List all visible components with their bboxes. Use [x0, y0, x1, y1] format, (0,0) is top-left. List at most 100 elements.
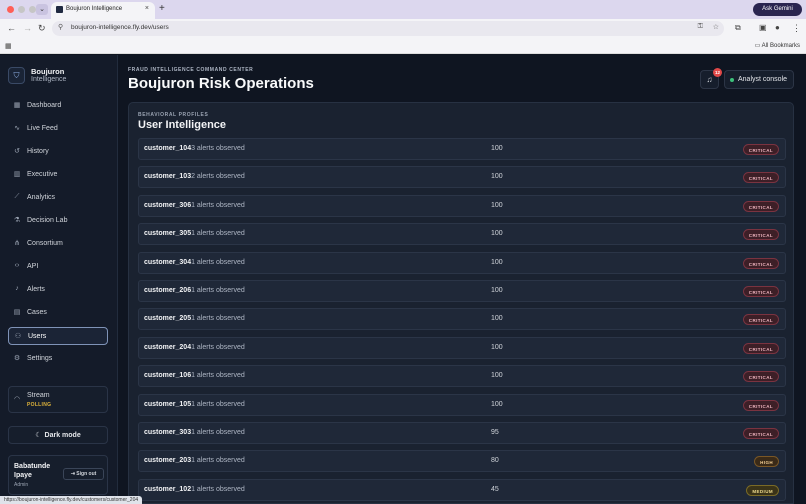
- sidebar-item-api[interactable]: ‹› API: [8, 258, 108, 276]
- table-row[interactable]: customer_2061 alerts observed 100 CRITICAL: [138, 280, 786, 302]
- sidebar-item-settings[interactable]: ⚙ Settings: [8, 350, 108, 368]
- panel-title: User Intelligence: [138, 119, 227, 131]
- sidebar-item-label: Analytics: [27, 194, 56, 201]
- sidebar-item-consortium[interactable]: ⋔ Consortium: [8, 235, 108, 253]
- sidebar-item-cases[interactable]: ▤ Cases: [8, 304, 108, 322]
- window-minimize-button[interactable]: [18, 6, 25, 13]
- table-row[interactable]: customer_1061 alerts observed 100 CRITICAL: [138, 365, 786, 388]
- customer-id-link[interactable]: customer_204: [144, 344, 191, 351]
- sidebar-item-label: Dashboard: [27, 102, 62, 109]
- history-icon: ↺: [14, 148, 20, 155]
- sidebar: ⛉ Boujuron Intelligence ▦ Dashboard ∿ Live …: [0, 55, 118, 504]
- dark-mode-toggle[interactable]: ☾ Dark mode: [8, 426, 108, 444]
- all-bookmarks-label: All Bookmarks: [761, 43, 800, 49]
- risk-level-badge: HIGH: [754, 456, 779, 468]
- tab-close-icon[interactable]: ×: [145, 5, 149, 12]
- customer-id-link[interactable]: customer_103: [144, 173, 191, 180]
- shield-logo-icon: ⛉: [8, 67, 25, 84]
- bookmark-star-icon[interactable]: ☆: [713, 23, 719, 31]
- reload-icon[interactable]: ↻: [38, 23, 46, 34]
- customer-cell: customer_1051 alerts observed: [144, 401, 245, 408]
- table-row[interactable]: customer_1051 alerts observed 100 CRITICAL: [138, 393, 786, 416]
- customer-id-link[interactable]: customer_102: [144, 486, 191, 493]
- sidebar-item-analytics[interactable]: ⟋ Analytics: [8, 189, 108, 207]
- window-close-button[interactable]: [7, 6, 14, 13]
- table-row[interactable]: customer_3051 alerts observed 100 CRITICAL: [138, 223, 786, 246]
- risk-score: 80: [491, 457, 499, 465]
- password-key-icon[interactable]: ⚿: [698, 23, 703, 31]
- sidebar-item-label: Consortium: [27, 240, 63, 247]
- new-tab-plus-icon[interactable]: +: [159, 3, 165, 14]
- table-row[interactable]: customer_3031 alerts observed 95 CRITICAL: [138, 422, 786, 444]
- cast-icon[interactable]: ▣: [759, 23, 767, 32]
- table-row[interactable]: customer_2051 alerts observed 100 CRITICAL: [138, 308, 786, 331]
- risk-level-badge: MEDIUM: [746, 484, 779, 496]
- customer-id-link[interactable]: customer_205: [144, 315, 191, 322]
- user-role: Admin: [14, 482, 29, 488]
- browser-tab-strip: ⌄ Boujuron Intelligence × + Ask Gemini: [0, 0, 806, 19]
- browser-tab-active[interactable]: Boujuron Intelligence ×: [51, 2, 155, 19]
- table-row[interactable]: customer_3061 alerts observed 100 CRITICAL: [138, 194, 786, 217]
- table-row[interactable]: customer_1043 alerts observed 100 CRITICAL: [138, 138, 786, 160]
- back-arrow-icon[interactable]: ←: [7, 23, 16, 33]
- sign-out-button[interactable]: ⇥ Sign out: [63, 468, 104, 480]
- alert-count: 2 alerts observed: [191, 173, 245, 181]
- customer-cell: customer_1061 alerts observed: [144, 372, 245, 379]
- risk-level-badge: CRITICAL: [742, 314, 779, 326]
- user-intelligence-panel: BEHAVIORAL PROFILES User Intelligence cu…: [128, 102, 794, 504]
- apps-grid-icon[interactable]: ▦: [5, 42, 12, 50]
- table-row[interactable]: customer_1032 alerts observed 100 CRITICAL: [138, 166, 786, 189]
- sidebar-item-dashboard[interactable]: ▦ Dashboard: [8, 97, 108, 115]
- table-row[interactable]: customer_2041 alerts observed 100 CRITICAL: [138, 336, 786, 359]
- customer-cell: customer_2041 alerts observed: [144, 344, 245, 351]
- risk-score: 100: [491, 145, 503, 152]
- sidebar-item-history[interactable]: ↺ History: [8, 143, 108, 161]
- risk-level-badge: CRITICAL: [742, 371, 779, 383]
- sidebar-item-live-feed[interactable]: ∿ Live Feed: [8, 120, 108, 138]
- customer-id-link[interactable]: customer_203: [144, 457, 191, 464]
- bell-icon: ♪: [15, 285, 19, 292]
- extensions-puzzle-icon[interactable]: ⧉: [735, 23, 741, 33]
- site-info-icon[interactable]: ⚲: [58, 23, 63, 31]
- customer-id-link[interactable]: customer_303: [144, 429, 191, 436]
- flask-icon: ⚗: [13, 217, 21, 224]
- alert-count: 1 alerts observed: [191, 485, 245, 493]
- browser-menu-icon[interactable]: ⋮: [792, 23, 801, 34]
- customer-id-link[interactable]: customer_305: [144, 230, 191, 237]
- forward-arrow-icon[interactable]: →: [23, 23, 32, 33]
- all-bookmarks-button[interactable]: ▭ All Bookmarks: [755, 42, 800, 49]
- gear-icon: ⚙: [13, 355, 21, 362]
- table-row[interactable]: customer_1021 alerts observed 45 MEDIUM: [138, 478, 786, 501]
- customer-id-link[interactable]: customer_105: [144, 401, 191, 408]
- alert-count: 1 alerts observed: [191, 287, 245, 294]
- stream-status-card[interactable]: ◠ Stream POLLING: [8, 386, 108, 413]
- customer-id-link[interactable]: customer_206: [144, 287, 191, 294]
- user-name: Babatunde Ipaye: [14, 463, 51, 479]
- address-bar[interactable]: ⚲ boujuron-intelligence.fly.dev/users ⚿ …: [52, 21, 724, 36]
- risk-score: 100: [491, 315, 503, 323]
- risk-level-badge: CRITICAL: [742, 342, 779, 354]
- customer-id-link[interactable]: customer_104: [144, 145, 191, 152]
- customer-id-link[interactable]: customer_306: [144, 202, 191, 209]
- risk-level-badge: CRITICAL: [742, 229, 779, 241]
- ask-gemini-button[interactable]: Ask Gemini: [753, 3, 802, 16]
- table-row[interactable]: customer_2031 alerts observed 80 HIGH: [138, 450, 786, 473]
- window-zoom-button[interactable]: [29, 6, 36, 13]
- tab-search-chevron-icon[interactable]: ⌄: [36, 4, 48, 15]
- browser-toolbar: ← → ↻ ⚲ boujuron-intelligence.fly.dev/us…: [0, 19, 806, 39]
- table-row[interactable]: customer_3041 alerts observed 100 CRITICAL: [138, 251, 786, 274]
- risk-score: 100: [491, 343, 503, 351]
- sidebar-item-decision-lab[interactable]: ⚗ Decision Lab: [8, 212, 108, 230]
- dark-mode-label: Dark mode: [44, 432, 81, 439]
- profile-avatar-icon[interactable]: ●: [775, 23, 780, 32]
- sidebar-item-alerts[interactable]: ♪ Alerts: [8, 281, 108, 299]
- risk-level-badge: CRITICAL: [742, 200, 779, 212]
- customer-id-link[interactable]: customer_304: [144, 259, 191, 266]
- analyst-console-button[interactable]: Analyst console: [724, 70, 794, 89]
- sidebar-item-users[interactable]: ⚇ Users: [8, 327, 108, 345]
- page-title: Boujuron Risk Operations: [128, 75, 314, 92]
- customer-id-link[interactable]: customer_106: [144, 372, 191, 379]
- customer-cell: customer_1021 alerts observed: [144, 486, 245, 493]
- sidebar-item-executive[interactable]: ▥ Executive: [8, 166, 108, 184]
- alert-count: 1 alerts observed: [191, 258, 245, 266]
